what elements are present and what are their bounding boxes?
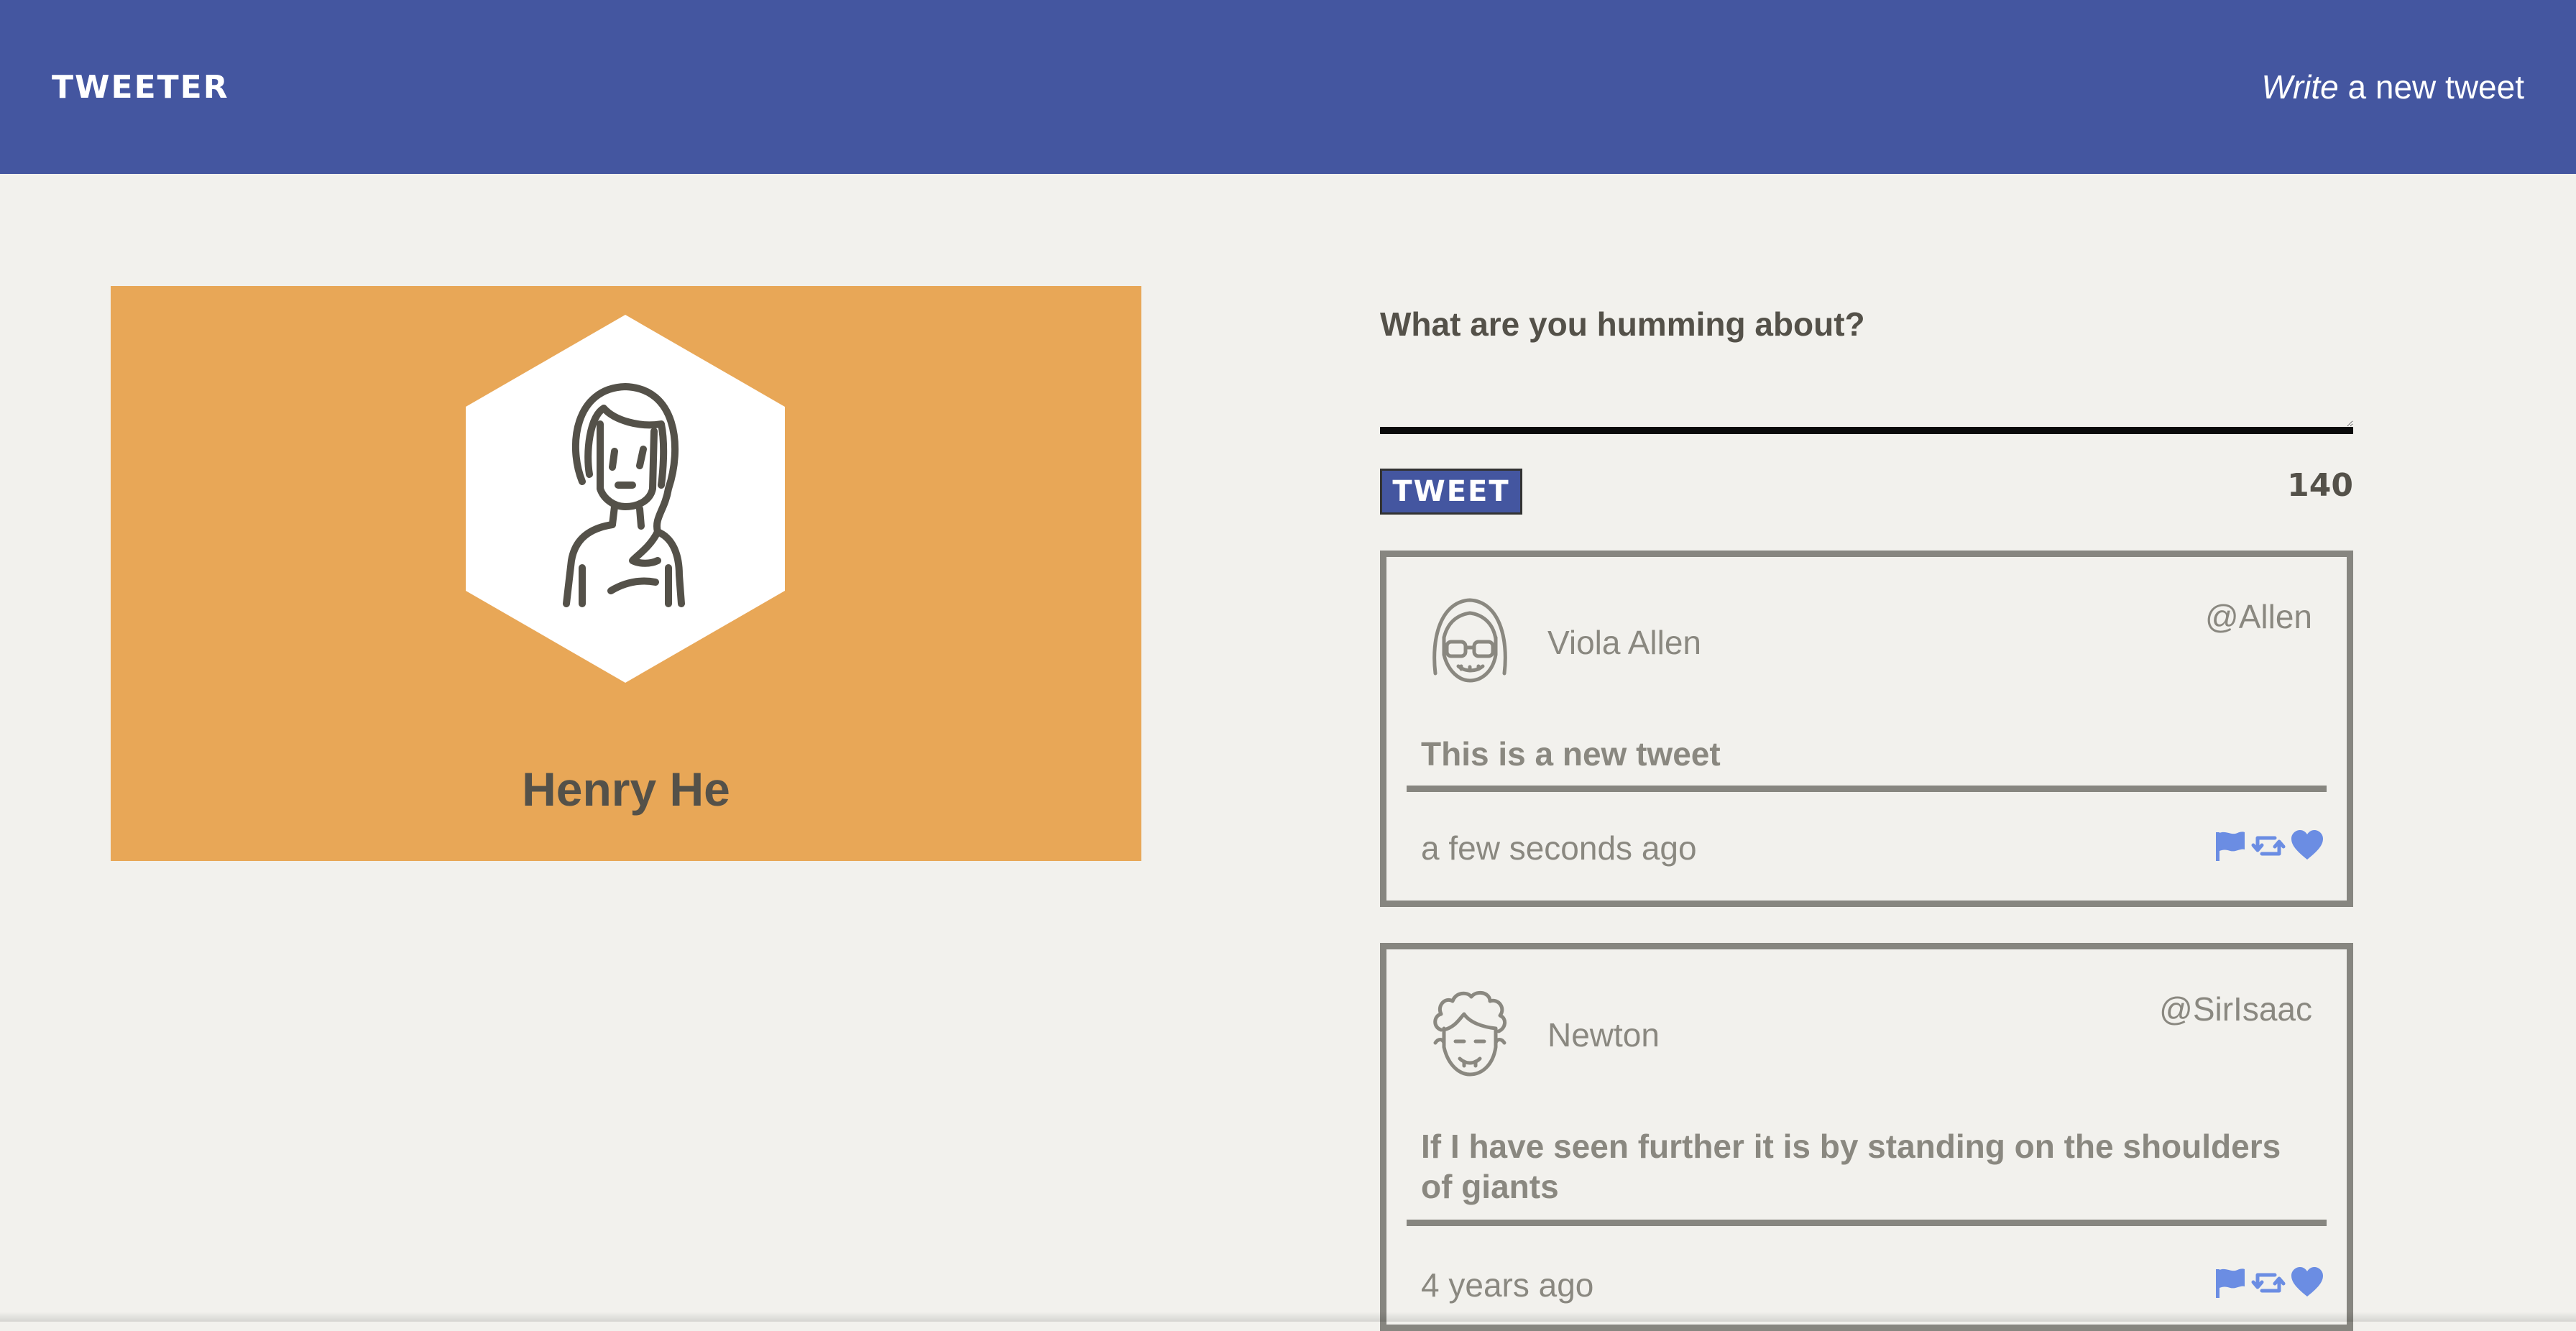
tweet-card: Viola Allen @Allen This is a new tweet a…	[1380, 551, 2353, 907]
tweet-author-name: Viola Allen	[1547, 624, 1701, 661]
tweet-timestamp: a few seconds ago	[1421, 829, 1697, 867]
write-new-tweet-link[interactable]: Write a new tweet	[2261, 68, 2524, 106]
flag-icon[interactable]	[2212, 1265, 2248, 1301]
top-navbar: TWEETER Write a new tweet	[0, 0, 2576, 174]
compose-link-text: a new tweet	[2338, 68, 2525, 106]
brand-logo[interactable]: TWEETER	[52, 69, 229, 106]
tweet-actions	[2212, 1263, 2327, 1303]
retweet-icon[interactable]	[2250, 1265, 2286, 1301]
compose-link-emphasis: Write	[2261, 68, 2339, 106]
character-counter: 140	[2287, 467, 2353, 504]
woman-avatar-icon	[563, 383, 685, 607]
retweet-icon[interactable]	[2250, 828, 2286, 864]
profile-name: Henry He	[522, 763, 730, 816]
heart-icon[interactable]	[2289, 1265, 2325, 1301]
tweet-timestamp: 4 years ago	[1421, 1266, 1594, 1304]
tweet-author-handle: @Allen	[2205, 598, 2312, 635]
tweet-text: This is a new tweet	[1421, 735, 1721, 773]
tweet-card: Newton @SirIsaac If I have seen further …	[1380, 943, 2353, 1331]
composer-label: What are you humming about?	[1380, 305, 1865, 343]
tweet-author-handle: @SirIsaac	[2159, 990, 2312, 1028]
tweet-divider	[1407, 1220, 2327, 1226]
tweet-submit-button[interactable]: TWEET	[1380, 469, 1522, 515]
window-bottom-shadow	[0, 1312, 2576, 1322]
girl-with-glasses-avatar-icon	[1432, 598, 1507, 683]
tweet-actions	[2212, 826, 2327, 866]
tweet-textarea[interactable]	[1380, 359, 2353, 434]
curly-hair-man-avatar-icon	[1433, 990, 1506, 1077]
tweet-author-name: Newton	[1547, 1016, 1660, 1054]
flag-icon[interactable]	[2212, 828, 2248, 864]
tweet-divider	[1407, 786, 2327, 792]
tweet-text: If I have seen further it is by standing…	[1421, 1128, 2281, 1205]
heart-icon[interactable]	[2289, 828, 2325, 864]
